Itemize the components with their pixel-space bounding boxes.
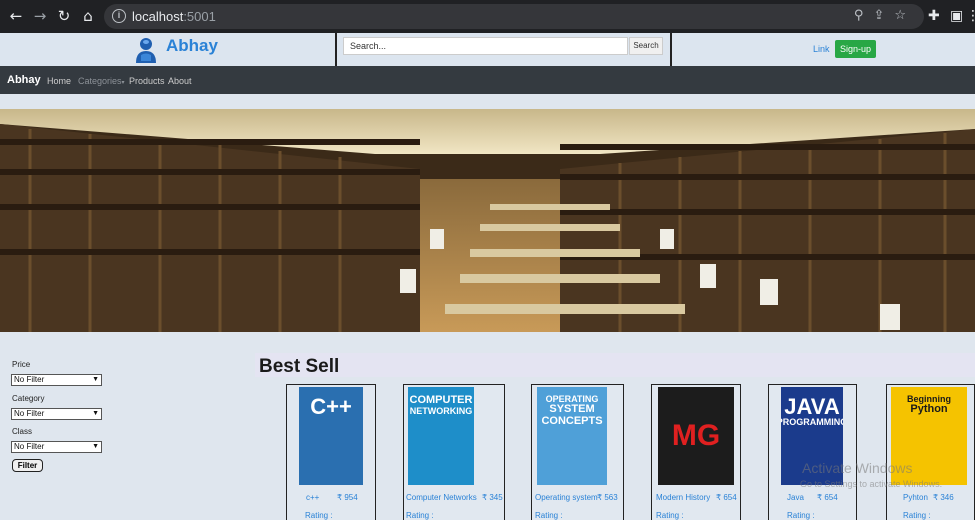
signup-button[interactable]: Sign-up xyxy=(835,40,876,58)
search-button[interactable]: Search xyxy=(629,37,663,55)
product-rating: Rating : xyxy=(903,511,931,520)
product-name[interactable]: Modern History xyxy=(656,493,710,502)
product-rating: Rating : xyxy=(305,511,333,520)
product-rating: Rating : xyxy=(787,511,815,520)
product-rating: Rating : xyxy=(656,511,684,520)
windows-watermark: Activate Windows xyxy=(802,460,913,476)
url-port: :5001 xyxy=(183,9,216,24)
product-name[interactable]: Computer Networks xyxy=(406,493,477,502)
product-price: ₹ 345 xyxy=(482,493,503,502)
price-select-value: No Filter xyxy=(14,375,45,384)
nav-item-products[interactable]: Products xyxy=(129,76,165,86)
url-host: localhost xyxy=(132,9,184,24)
menu-icon[interactable]: ⋮ xyxy=(966,8,975,24)
book-cover-title: PROGRAMMING xyxy=(781,417,843,428)
browser-toolbar: ← → ↻ ⌂ i localhost:5001 ⚲⇪☆ ✚ ▣ ⋮ xyxy=(0,0,975,33)
nav-item-categories[interactable]: Categories▾ xyxy=(78,76,125,86)
product-rating: Rating : xyxy=(535,511,563,520)
nav-item-about[interactable]: About xyxy=(168,76,192,86)
book-cover-title: CONCEPTS xyxy=(541,414,603,427)
product-price: ₹ 654 xyxy=(817,493,838,502)
book-cover-image[interactable]: C++ xyxy=(299,387,363,485)
book-cover-title: MG xyxy=(671,419,721,453)
forward-icon[interactable]: → xyxy=(32,8,48,24)
category-label: Category xyxy=(12,394,45,403)
book-cover-image[interactable]: MG xyxy=(658,387,734,485)
sidebar-icon[interactable]: ▣ xyxy=(950,8,963,24)
category-select-value: No Filter xyxy=(14,409,45,418)
book-cover-title: NETWORKING xyxy=(409,405,473,416)
windows-watermark-hint: Go to Settings to activate Windows. xyxy=(800,479,943,489)
best-sell-title: Best Sell xyxy=(259,356,340,377)
product-name[interactable]: c++ xyxy=(306,493,319,502)
book-cover-title: JAVA xyxy=(784,394,840,419)
back-icon[interactable]: ← xyxy=(8,8,24,24)
caret-down-icon: ▾ xyxy=(121,80,125,86)
home-icon[interactable]: ⌂ xyxy=(80,8,96,24)
chevron-down-icon: ▼ xyxy=(92,376,99,383)
nav-item-categories-label: Categories xyxy=(78,76,122,86)
book-cover-image[interactable]: COMPUTER NETWORKING xyxy=(408,387,474,485)
extensions-icon[interactable]: ✚ xyxy=(928,8,940,24)
product-name[interactable]: Java xyxy=(787,493,804,502)
price-select[interactable]: No Filter ▼ xyxy=(11,374,102,386)
nav-item-home[interactable]: Home xyxy=(47,76,71,86)
info-icon[interactable]: i xyxy=(112,9,126,23)
library-banner-image xyxy=(0,109,975,332)
product-name[interactable]: Operating system xyxy=(535,493,598,502)
zoom-icon[interactable]: ⚲ xyxy=(854,8,874,23)
product-name[interactable]: Pyhton xyxy=(903,493,928,502)
user-avatar-icon xyxy=(136,38,156,63)
product-price: ₹ 954 xyxy=(337,493,358,502)
class-select-value: No Filter xyxy=(14,442,45,451)
book-cover-title: COMPUTER xyxy=(409,394,473,406)
price-label: Price xyxy=(12,360,31,369)
product-price: ₹ 346 xyxy=(933,493,954,502)
category-select[interactable]: No Filter ▼ xyxy=(11,408,102,420)
address-bar[interactable]: i localhost:5001 ⚲⇪☆ xyxy=(104,4,924,29)
link-button[interactable]: Link xyxy=(813,44,830,54)
book-cover-title: C++ xyxy=(310,394,352,419)
class-label: Class xyxy=(12,427,33,436)
best-sell-header xyxy=(255,353,975,377)
book-cover-image[interactable]: OPERATING SYSTEM CONCEPTS xyxy=(537,387,607,485)
reload-icon[interactable]: ↻ xyxy=(56,8,72,24)
chevron-down-icon: ▼ xyxy=(92,410,99,417)
navbar-brand[interactable]: Abhay xyxy=(7,74,41,86)
star-icon[interactable]: ☆ xyxy=(894,8,916,23)
share-icon[interactable]: ⇪ xyxy=(873,8,894,23)
product-rating: Rating : xyxy=(406,511,434,520)
book-cover-title: Python xyxy=(910,403,948,416)
filter-button[interactable]: Filter xyxy=(12,459,43,472)
chevron-down-icon: ▼ xyxy=(92,443,99,450)
product-price: ₹ 654 xyxy=(716,493,737,502)
class-select[interactable]: No Filter ▼ xyxy=(11,441,102,453)
brand-name[interactable]: Abhay xyxy=(166,36,218,56)
search-input[interactable] xyxy=(343,37,628,55)
product-price: ₹ 563 xyxy=(597,493,618,502)
